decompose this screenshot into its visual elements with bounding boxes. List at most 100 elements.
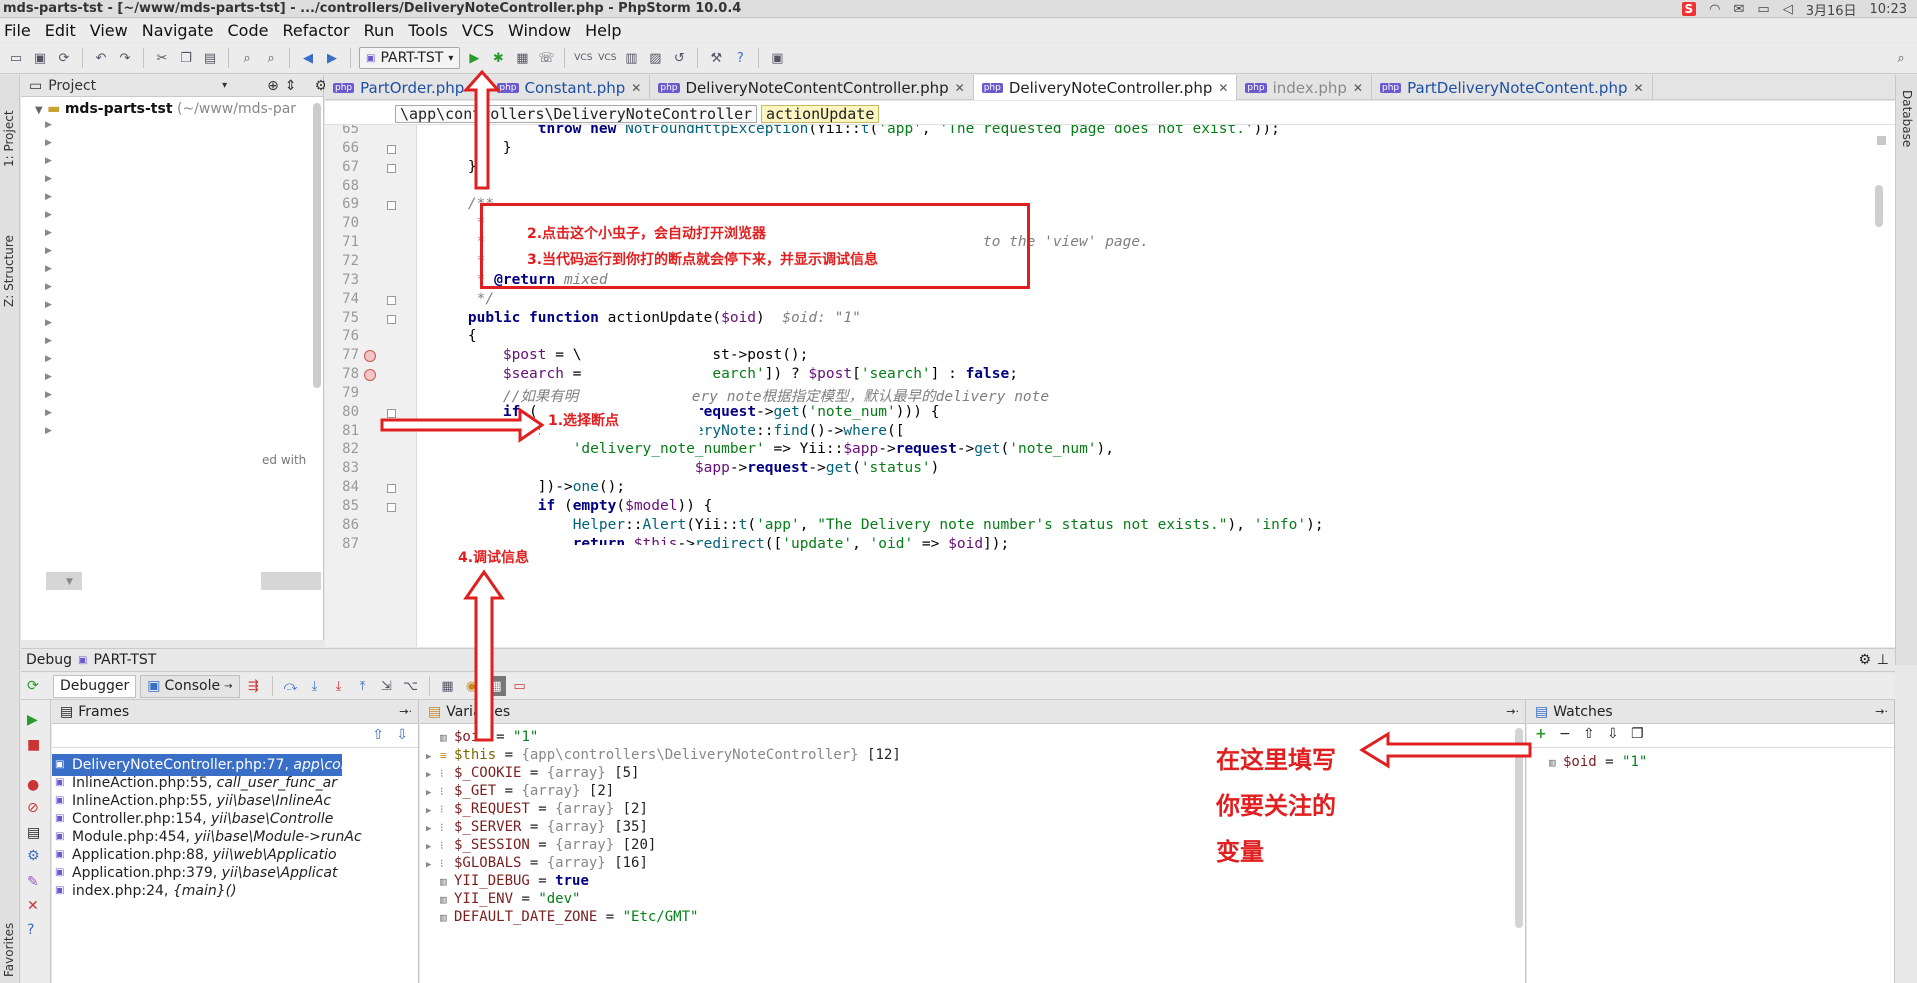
restore-layout-icon[interactable]: ◉ <box>462 676 482 696</box>
menu-help[interactable]: Help <box>585 21 621 40</box>
close-icon[interactable]: ✕ <box>1218 81 1228 95</box>
tree-expand-icon[interactable]: ▶ <box>45 156 52 166</box>
fold-icon[interactable] <box>387 144 396 154</box>
undo-icon[interactable]: ↶ <box>91 48 111 68</box>
save-icon[interactable]: ▣ <box>30 48 50 68</box>
pin-icon[interactable]: ✎ <box>27 874 39 890</box>
tab-deliverynotecontroller-php[interactable]: php DeliveryNoteController.php ✕ <box>973 75 1238 100</box>
menu-vcs[interactable]: VCS <box>462 21 494 40</box>
coverage-icon[interactable]: ▦ <box>512 48 532 68</box>
fold-icon[interactable] <box>387 314 396 324</box>
pin-icon[interactable]: →· <box>1506 705 1519 718</box>
find-icon[interactable]: ⌕ <box>237 48 257 68</box>
chevron-down-icon[interactable]: ▾ <box>222 80 227 91</box>
tree-expand-icon[interactable]: ▶ <box>45 210 52 220</box>
pin-icon[interactable]: →· <box>1875 705 1888 718</box>
tab-debugger[interactable]: Debugger <box>53 674 137 698</box>
tree-expand-icon[interactable]: ▶ <box>45 408 52 418</box>
settings-icon[interactable]: ⚒ <box>706 48 726 68</box>
evaluate-icon[interactable]: ⌥ <box>401 676 421 696</box>
show-execution-point-icon[interactable]: ⇶ <box>244 676 264 696</box>
search-everywhere-icon[interactable]: ⌕ <box>1891 48 1911 68</box>
cut-icon[interactable]: ✂ <box>152 48 172 68</box>
breadcrumb-class[interactable]: \app\controllers\DeliveryNoteController <box>395 105 758 123</box>
tab-constant-php[interactable]: php Constant.php ✕ <box>489 75 651 100</box>
remote-host-icon[interactable]: ▣ <box>767 48 787 68</box>
watch-row[interactable]: ▥ $oid = "1" <box>1549 751 1647 773</box>
resume-icon[interactable]: ▶ <box>27 712 38 728</box>
remove-watch-icon[interactable]: − <box>1559 726 1571 742</box>
help-icon[interactable]: ? <box>27 922 34 938</box>
vcs-update-icon[interactable]: VCS <box>573 48 593 68</box>
tab-deliverynotecontentcontroller-php[interactable]: php DeliveryNoteContentController.php ✕ <box>650 75 974 100</box>
variable-row[interactable]: ▥ DEFAULT_DATE_ZONE = "Etc/GMT" <box>426 906 698 928</box>
tree-expand-icon[interactable]: ▶ <box>45 354 52 364</box>
pin-icon[interactable]: →· <box>399 705 412 718</box>
redo-icon[interactable]: ↷ <box>115 48 135 68</box>
frames-view-icon[interactable]: ▦ <box>438 676 458 696</box>
tab-index-php[interactable]: php index.php ✕ <box>1237 75 1372 100</box>
fold-icon[interactable] <box>387 163 396 173</box>
tree-expand-icon[interactable]: ▶ <box>45 426 52 436</box>
breakpoint-icon[interactable] <box>364 369 376 382</box>
threads-icon[interactable]: ▦ <box>485 676 506 696</box>
add-watch-icon[interactable]: + <box>1535 726 1547 742</box>
tree-expand-icon[interactable]: ▶ <box>45 174 52 184</box>
close-icon[interactable]: ✕ <box>27 898 39 914</box>
menu-window[interactable]: Window <box>508 21 571 40</box>
tree-expand-icon[interactable]: ▶ <box>45 192 52 202</box>
mail-icon[interactable]: ✉ <box>1734 2 1745 17</box>
tree-expand-icon[interactable]: ▶ <box>45 318 52 328</box>
stop-icon[interactable]: ■ <box>27 737 40 753</box>
copy-icon[interactable]: ❐ <box>1631 726 1644 742</box>
menu-refactor[interactable]: Refactor <box>282 21 349 40</box>
tree-expand-icon[interactable]: ▶ <box>45 246 52 256</box>
menu-view[interactable]: View <box>90 21 128 40</box>
gear-icon[interactable]: ⚙ <box>1858 652 1871 668</box>
arrow-down-icon[interactable]: ⇩ <box>1607 726 1619 742</box>
tree-expand-icon[interactable]: ▶ <box>45 372 52 382</box>
inspection-marker[interactable] <box>1877 136 1886 145</box>
menu-file[interactable]: File <box>4 21 31 40</box>
paste-icon[interactable]: ▤ <box>200 48 220 68</box>
project-root[interactable]: ▼ ▬ mds-parts-tst (~/www/mds-par <box>35 101 296 117</box>
volume-icon[interactable]: ◁ <box>1783 2 1793 17</box>
back-icon[interactable]: ◀ <box>298 48 318 68</box>
structure-tool-tab[interactable]: Z: Structure <box>2 235 16 307</box>
tree-expand-icon[interactable]: ▶ <box>45 390 52 400</box>
rerun-icon[interactable]: ⟳ <box>27 678 39 694</box>
vcs-revert-icon[interactable]: ↺ <box>669 48 689 68</box>
variables-scrollbar[interactable] <box>1515 728 1523 928</box>
expand-icon[interactable]: ▼ <box>35 105 43 116</box>
arrow-up-icon[interactable]: ⇧ <box>1583 726 1595 742</box>
mute-breakpoints-icon[interactable]: ⊘ <box>27 800 39 816</box>
debug-config-label[interactable]: PART-TST <box>94 652 157 668</box>
vcs-history-icon[interactable]: ▨ <box>645 48 665 68</box>
tab-partorder-php[interactable]: php PartOrder.php ✕ <box>325 75 490 100</box>
run-to-cursor-icon[interactable]: ⇲ <box>377 676 397 696</box>
breakpoint-icon[interactable] <box>364 350 376 363</box>
tray-time[interactable]: 10:23 <box>1870 2 1907 17</box>
run-icon[interactable]: ▶ <box>464 48 484 68</box>
menu-run[interactable]: Run <box>364 21 395 40</box>
close-icon[interactable]: ✕ <box>1633 81 1643 95</box>
copy-icon[interactable]: ❐ <box>176 48 196 68</box>
tree-expand-icon[interactable]: ▶ <box>45 138 52 148</box>
step-into-icon[interactable]: ⤓ <box>305 676 325 696</box>
tab-partdeliverynotecontent-php[interactable]: php PartDeliveryNoteContent.php ✕ <box>1372 75 1653 100</box>
vcs-commit-icon[interactable]: VCS <box>597 48 617 68</box>
breadcrumb-method[interactable]: actionUpdate <box>761 105 880 123</box>
battery-icon[interactable]: ▭ <box>1757 2 1769 17</box>
arrow-up-icon[interactable]: ⇧ <box>372 727 384 743</box>
help-icon[interactable]: ? <box>730 48 750 68</box>
close-icon[interactable]: ✕ <box>470 81 480 95</box>
settings-icon[interactable]: ⚙ <box>27 848 40 864</box>
force-step-into-icon[interactable]: ⤓ <box>329 676 349 696</box>
forward-icon[interactable]: ▶ <box>322 48 342 68</box>
tree-expand-icon[interactable]: ▶ <box>45 228 52 238</box>
open-folder-icon[interactable]: ▭ <box>6 48 26 68</box>
favorites-tool-tab[interactable]: Favorites <box>2 923 16 977</box>
menu-navigate[interactable]: Navigate <box>142 21 214 40</box>
sync-icon[interactable]: ⟳ <box>54 48 74 68</box>
project-title[interactable]: Project <box>48 78 96 94</box>
